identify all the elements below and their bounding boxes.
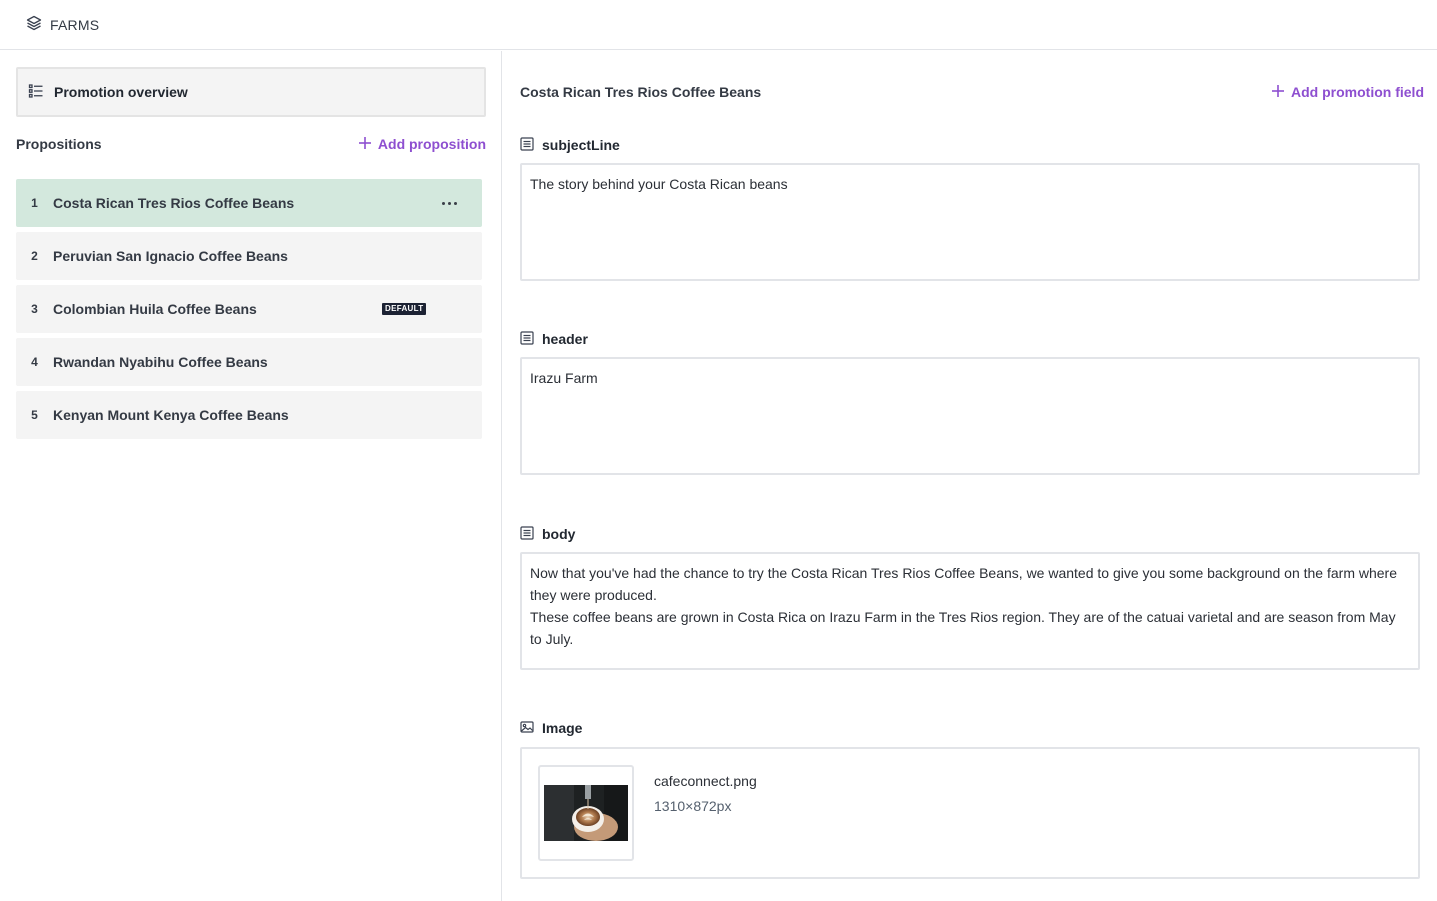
brand[interactable]: FARMS <box>26 15 99 34</box>
field-label: Image <box>520 718 1420 738</box>
proposition-item[interactable]: 2 Peruvian San Ignacio Coffee Beans <box>16 232 482 280</box>
image-thumbnail[interactable] <box>538 765 634 861</box>
proposition-title: Costa Rican Tres Rios Coffee Beans <box>520 84 762 100</box>
promotion-overview-button[interactable]: Promotion overview <box>16 67 486 117</box>
proposition-number: 2 <box>31 249 38 263</box>
proposition-label: Kenyan Mount Kenya Coffee Beans <box>53 407 289 423</box>
add-promotion-field-button[interactable]: Add promotion field <box>1271 84 1424 101</box>
header-label: header <box>542 331 588 347</box>
plus-icon <box>358 136 372 153</box>
proposition-label: Costa Rican Tres Rios Coffee Beans <box>53 195 295 211</box>
propositions-title: Propositions <box>16 136 102 152</box>
proposition-label: Peruvian San Ignacio Coffee Beans <box>53 248 288 264</box>
image-icon <box>520 720 534 737</box>
proposition-detail-header: Costa Rican Tres Rios Coffee Beans Add p… <box>520 81 1424 103</box>
add-proposition-button[interactable]: Add proposition <box>358 136 486 153</box>
image-label: Image <box>542 720 583 736</box>
subject-line-field: subjectLine The story behind your Costa … <box>520 135 1420 281</box>
add-promotion-field-label: Add promotion field <box>1291 84 1424 100</box>
right-panel: Costa Rican Tres Rios Coffee Beans Add p… <box>503 51 1437 901</box>
file-dimensions: 1310×872px <box>654 798 732 814</box>
coffee-photo <box>544 785 628 841</box>
propositions-header: Propositions Add proposition <box>16 133 486 155</box>
proposition-item[interactable]: 5 Kenyan Mount Kenya Coffee Beans <box>16 391 482 439</box>
header-input[interactable]: Irazu Farm <box>520 357 1420 475</box>
subject-line-input[interactable]: The story behind your Costa Rican beans <box>520 163 1420 281</box>
field-label: header <box>520 329 1420 349</box>
body-label: body <box>542 526 576 542</box>
proposition-number: 4 <box>31 355 38 369</box>
layers-icon <box>26 15 42 34</box>
text-field-icon <box>520 525 534 543</box>
file-name: cafeconnect.png <box>654 773 757 789</box>
body-paragraph: Now that you've had the chance to try th… <box>530 565 1398 603</box>
add-proposition-label: Add proposition <box>377 136 486 152</box>
body-paragraph: These coffee beans are grown in Costa Ri… <box>530 609 1396 647</box>
body-input[interactable]: Now that you've had the chance to try th… <box>520 552 1420 670</box>
image-upload-box[interactable]: cafeconnect.png 1310×872px <box>520 747 1420 879</box>
promotion-overview-label: Promotion overview <box>54 84 188 100</box>
field-label: subjectLine <box>520 135 1420 155</box>
header-field: header Irazu Farm <box>520 329 1420 475</box>
top-bar: FARMS <box>0 0 1437 50</box>
default-badge: DEFAULT <box>382 303 427 315</box>
list-icon <box>28 83 44 102</box>
body-field: body Now that you've had the chance to t… <box>520 524 1420 670</box>
proposition-item[interactable]: 1 Costa Rican Tres Rios Coffee Beans <box>16 179 482 227</box>
subject-line-label: subjectLine <box>542 137 620 153</box>
proposition-number: 5 <box>31 408 38 422</box>
text-field-icon <box>520 136 534 154</box>
proposition-item[interactable]: 3 Colombian Huila Coffee Beans DEFAULT <box>16 285 482 333</box>
field-label: body <box>520 524 1420 544</box>
plus-icon <box>1271 84 1285 101</box>
proposition-label: Colombian Huila Coffee Beans <box>53 301 257 317</box>
brand-label: FARMS <box>50 16 100 33</box>
subject-line-value: The story behind your Costa Rican beans <box>530 176 788 192</box>
proposition-label: Rwandan Nyabihu Coffee Beans <box>53 354 268 370</box>
text-field-icon <box>520 330 534 348</box>
header-value: Irazu Farm <box>530 370 598 386</box>
more-options-icon[interactable] <box>437 193 461 213</box>
proposition-item[interactable]: 4 Rwandan Nyabihu Coffee Beans <box>16 338 482 386</box>
image-field: Image cafeconnect.png 1310×872px <box>520 718 1420 879</box>
file-meta: cafeconnect.png 1310×872px <box>654 773 757 814</box>
left-panel: Promotion overview Propositions Add prop… <box>0 51 502 901</box>
proposition-number: 1 <box>31 196 38 210</box>
proposition-number: 3 <box>31 302 38 316</box>
propositions-list: 1 Costa Rican Tres Rios Coffee Beans 2 P… <box>16 179 482 444</box>
